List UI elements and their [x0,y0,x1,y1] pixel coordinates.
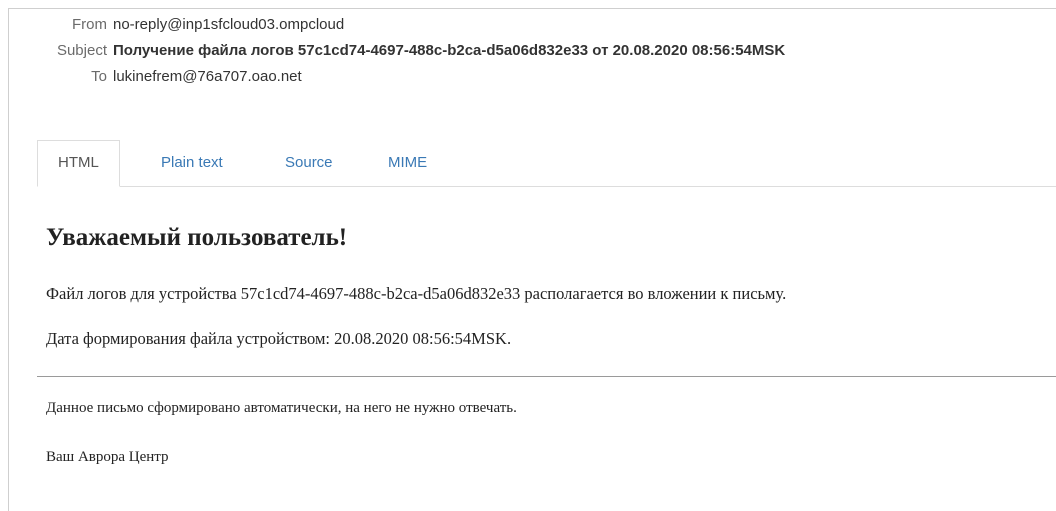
from-label: From [72,16,107,33]
to-row: To lukinefrem@76a707.oao.net [0,64,785,90]
tab-html[interactable]: HTML [37,140,120,187]
footer-signature: Ваш Аврора Центр [46,449,169,465]
subject-row: Subject Получение файла логов 57c1cd74-4… [0,38,785,64]
tab-source[interactable]: Source [285,140,333,186]
divider [37,376,1056,377]
greeting-heading: Уважаемый пользователь! [46,224,348,251]
email-headers: From no-reply@inp1sfcloud03.ompcloud Sub… [0,12,785,90]
body-line-log-file: Файл логов для устройства 57c1cd74-4697-… [46,284,787,303]
tab-plain-text[interactable]: Plain text [161,140,223,186]
email-body: Уважаемый пользователь! Файл логов для у… [46,222,786,348]
body-line-date: Дата формирования файла устройством: 20.… [46,329,512,348]
from-value: no-reply@inp1sfcloud03.ompcloud [113,16,345,33]
to-value: lukinefrem@76a707.oao.net [113,68,302,85]
subject-label: Subject [56,42,107,59]
view-tabs: HTML Plain text Source MIME [37,140,1056,187]
tab-mime[interactable]: MIME [388,140,427,186]
footer-note: Данное письмо сформировано автоматически… [46,400,517,416]
to-label: To [91,68,107,85]
subject-value: Получение файла логов 57c1cd74-4697-488c… [113,42,786,59]
from-row: From no-reply@inp1sfcloud03.ompcloud [0,12,785,38]
